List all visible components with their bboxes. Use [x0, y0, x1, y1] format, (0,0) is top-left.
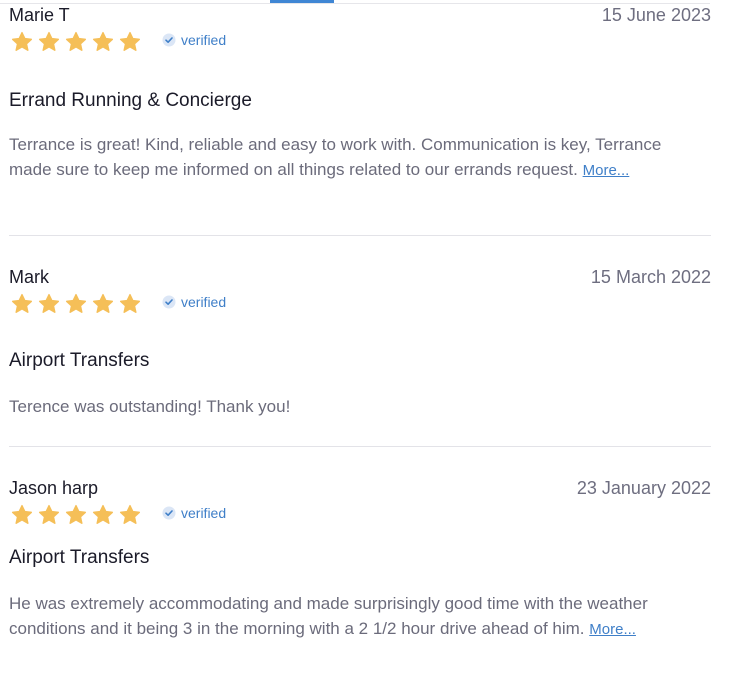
star-icon	[38, 293, 60, 313]
more-link[interactable]: More...	[583, 162, 630, 179]
more-link[interactable]: More...	[589, 621, 636, 638]
verified-label: verified	[181, 505, 227, 521]
verified-badge: verified	[162, 294, 226, 310]
review-divider	[9, 235, 711, 236]
reviewer-name: Mark	[9, 267, 49, 287]
star-icon	[65, 31, 87, 51]
star-icon	[119, 31, 141, 51]
check-circle-icon	[162, 33, 176, 47]
review-item: Jason harp 23 January 2022 verified Airp…	[9, 473, 711, 683]
star-icon	[92, 293, 114, 313]
review-text: Terrance is great! Kind, reliable and ea…	[9, 132, 699, 183]
check-circle-icon	[162, 295, 176, 309]
reviewer-name: Marie T	[9, 5, 70, 25]
review-text-content: Terrance is great! Kind, reliable and ea…	[9, 135, 662, 179]
check-circle-icon	[162, 506, 176, 520]
review-divider	[9, 446, 711, 447]
review-text: He was extremely accommodating and made …	[9, 591, 699, 642]
service-title: Airport Transfers	[9, 547, 150, 568]
star-icon	[11, 504, 33, 524]
review-text-content: Terence was outstanding! Thank you!	[9, 397, 291, 416]
review-text-content: He was extremely accommodating and made …	[9, 594, 648, 638]
star-rating	[11, 31, 141, 53]
reviewer-name: Jason harp	[9, 478, 99, 498]
review-date: 15 June 2023	[601, 5, 711, 25]
star-icon	[92, 31, 114, 51]
star-rating	[11, 504, 141, 526]
service-title: Errand Running & Concierge	[9, 90, 252, 111]
verified-badge: verified	[162, 32, 226, 48]
verified-label: verified	[181, 294, 227, 310]
star-icon	[11, 31, 33, 51]
star-icon	[65, 293, 87, 313]
review-date: 23 January 2022	[576, 478, 711, 498]
verified-label: verified	[181, 32, 227, 48]
star-icon	[11, 293, 33, 313]
review-item: Mark 15 March 2022 verified Airport Tran…	[9, 262, 711, 442]
star-icon	[92, 504, 114, 524]
review-item: Marie T 15 June 2023 verified Errand Run…	[9, 0, 711, 230]
star-icon	[119, 293, 141, 313]
service-title: Airport Transfers	[9, 350, 150, 371]
verified-badge: verified	[162, 505, 226, 521]
review-text: Terence was outstanding! Thank you!	[9, 394, 699, 419]
star-icon	[38, 31, 60, 51]
star-icon	[38, 504, 60, 524]
star-rating	[11, 293, 141, 315]
star-icon	[119, 504, 141, 524]
star-icon	[65, 504, 87, 524]
review-date: 15 March 2022	[590, 267, 711, 287]
